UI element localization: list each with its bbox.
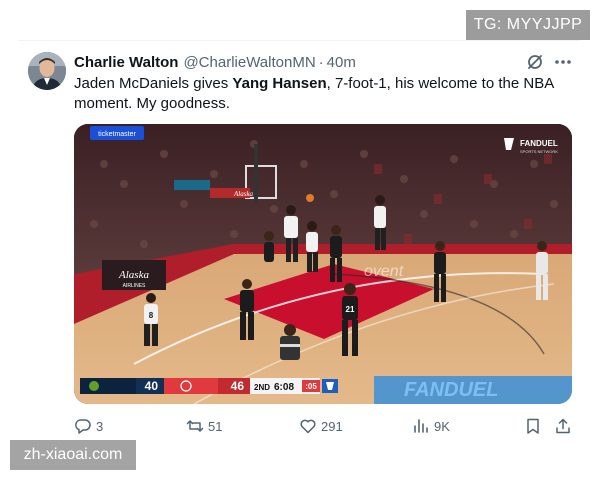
jersey-number-1: 21: [346, 305, 355, 314]
tweet-text-part1: Jaden McDaniels gives: [74, 75, 233, 92]
reply-count: 3: [96, 418, 104, 434]
heart-icon: [300, 419, 316, 434]
author-name[interactable]: Charlie Walton: [74, 54, 178, 71]
tweet-time[interactable]: 40m: [327, 54, 356, 71]
tweet-actions: 3 51 291 9K: [74, 414, 574, 438]
like-button[interactable]: 291: [299, 414, 343, 438]
away-score: 40: [145, 379, 159, 393]
header-dot: ·: [318, 53, 324, 71]
jersey-number-2: 8: [149, 311, 154, 320]
fanduel-logo: FANDUEL: [520, 139, 558, 148]
fanduel-banner: FANDUEL: [404, 379, 498, 401]
watermark-bottom: zh-xiaoai.com: [10, 440, 136, 470]
author-handle[interactable]: @CharlieWaltonMN: [183, 54, 315, 71]
ticketmaster-ad: ticketmaster: [98, 131, 136, 138]
tweet-header: Charlie Walton @CharlieWaltonMN · 40m: [74, 52, 356, 72]
bookmark-icon: [527, 418, 539, 434]
game-clock: 6:08: [274, 382, 294, 393]
tweet-media-video[interactable]: ticketmaster ovent Alaska AIRLINES Alask…: [74, 124, 572, 404]
alaska-ad-sub: AIRLINES: [123, 283, 146, 289]
repost-button[interactable]: 51: [186, 414, 222, 438]
share-icon: [556, 418, 570, 434]
avatar-image: [28, 52, 66, 90]
repost-count: 51: [208, 418, 223, 434]
views-icon: [414, 419, 428, 433]
watermark-top: TG: MYYJJPP: [466, 10, 590, 40]
shot-clock: :05: [305, 382, 317, 391]
repost-icon: [186, 420, 204, 432]
share-button[interactable]: [554, 414, 576, 438]
views-count: 9K: [434, 418, 450, 434]
basketball-scene: ticketmaster ovent Alaska AIRLINES Alask…: [74, 124, 572, 404]
top-divider: [18, 40, 580, 41]
scorebug: 40 46 2ND 6:08 :05: [80, 378, 338, 394]
views-button[interactable]: 9K: [412, 414, 450, 438]
reply-icon: [75, 419, 91, 434]
tweet-text-mention: Yang Hansen: [232, 75, 327, 92]
tweet-text: Jaden McDaniels gives Yang Hansen, 7-foo…: [74, 74, 574, 114]
home-score: 46: [231, 379, 245, 393]
more-icon[interactable]: [553, 55, 573, 69]
game-quarter: 2ND: [254, 383, 270, 392]
like-count: 291: [321, 418, 343, 434]
floor-logo-text: ovent: [364, 263, 404, 280]
alaska-small-ad: Alaska: [233, 190, 254, 198]
avatar[interactable]: [28, 52, 66, 90]
bookmark-button[interactable]: [524, 414, 546, 438]
reply-button[interactable]: 3: [74, 414, 103, 438]
grok-icon[interactable]: [526, 53, 544, 71]
fanduel-logo-sub: SPORTS NETWORK: [520, 149, 558, 154]
alaska-ad: Alaska: [118, 269, 149, 281]
